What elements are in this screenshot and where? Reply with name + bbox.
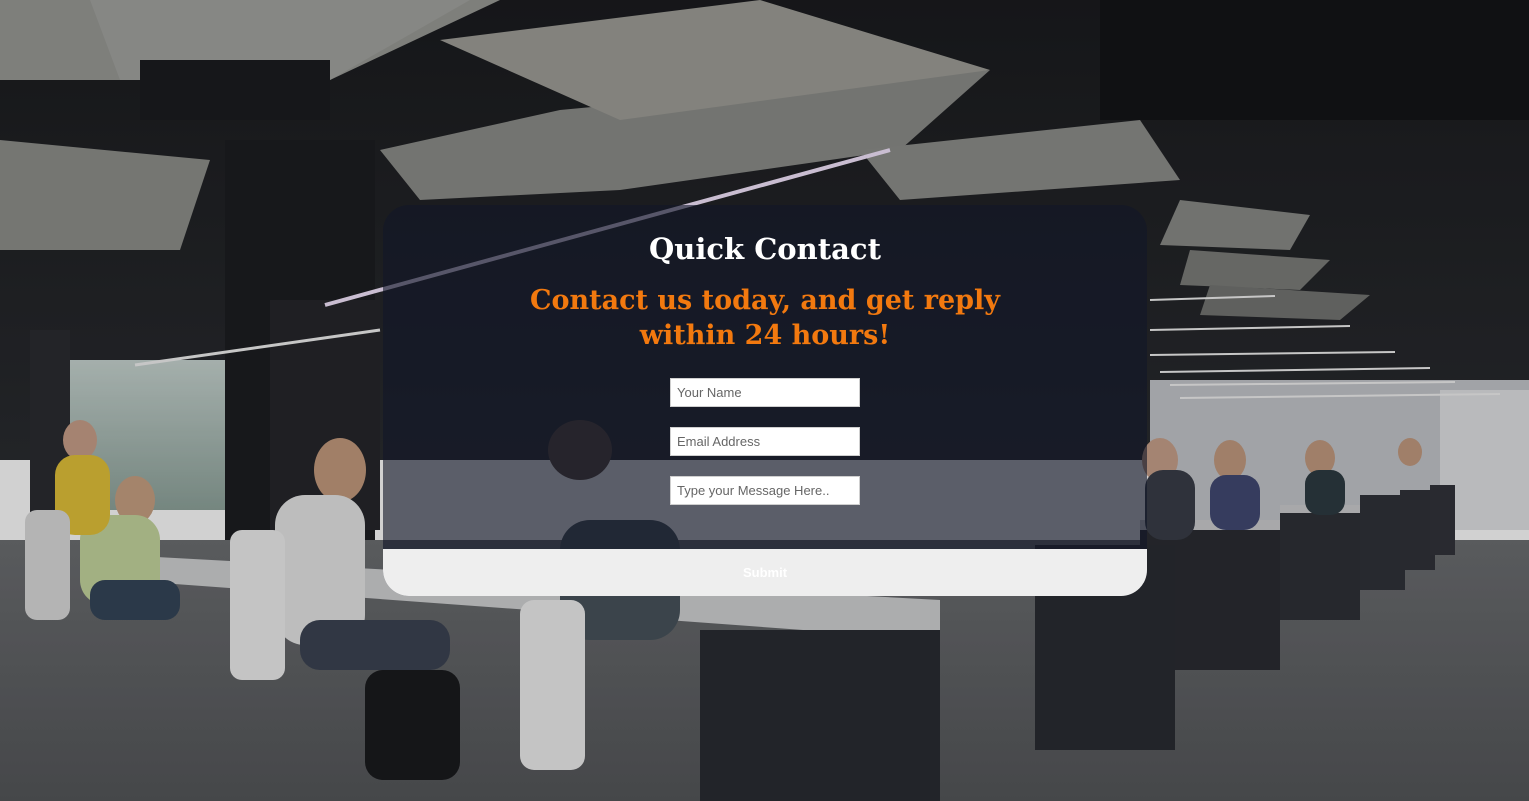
- name-input[interactable]: [670, 378, 860, 407]
- email-input[interactable]: [670, 427, 860, 456]
- quick-contact-card: Quick Contact Contact us today, and get …: [383, 205, 1147, 596]
- contact-title: Quick Contact: [649, 232, 881, 266]
- contact-subtitle: Contact us today, and get reply within 2…: [530, 285, 1000, 351]
- submit-button[interactable]: Submit: [383, 549, 1147, 596]
- message-input[interactable]: [670, 476, 860, 505]
